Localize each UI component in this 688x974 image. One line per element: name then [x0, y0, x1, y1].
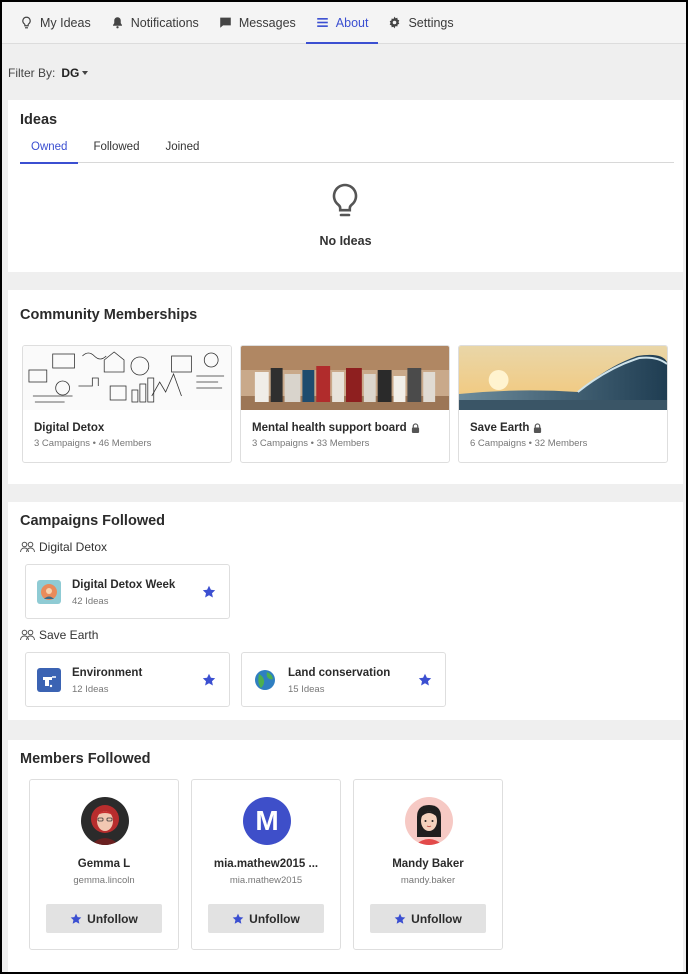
globe-icon [253, 668, 277, 692]
members-panel: Members Followed Gemma L gemma.lincoln U… [8, 740, 683, 972]
community-name: Digital Detox [34, 422, 105, 434]
campaign-name: Land conservation [288, 667, 391, 679]
campaign-name: Environment [72, 667, 143, 679]
chat-icon [220, 17, 231, 28]
community-meta: 6 Campaigns • 32 Members [470, 438, 588, 449]
nav-my-ideas[interactable]: My Ideas [10, 2, 101, 43]
avatar [81, 797, 129, 845]
avatar [405, 797, 453, 845]
member-handle: mia.mathew2015 [229, 875, 303, 886]
campaigns-title: Campaigns Followed [20, 513, 166, 529]
campaign-name: Digital Detox Week [72, 579, 176, 591]
bell-icon [112, 17, 122, 29]
community-name: Save Earth [470, 422, 542, 434]
nav-settings[interactable]: Settings [378, 2, 463, 43]
campaign-meta: 15 Ideas [288, 684, 325, 695]
star-icon[interactable] [418, 673, 432, 687]
campaign-meta: 42 Ideas [72, 596, 109, 607]
community-meta: 3 Campaigns • 33 Members [252, 438, 370, 449]
filter-bar: Filter By: DG [8, 66, 89, 80]
member-name: Gemma L [77, 858, 131, 870]
campaign-thumbnail [37, 668, 61, 692]
nav-label: Notifications [130, 15, 199, 30]
campaign-group-label: Digital Detox [20, 540, 107, 554]
member-card: Gemma L gemma.lincoln Unfollow [29, 779, 179, 950]
nav-label: Settings [408, 15, 454, 30]
member-handle: mandy.baker [400, 875, 456, 886]
community-meta: 3 Campaigns • 46 Members [34, 438, 152, 449]
filter-value: DG [61, 66, 80, 80]
nav-label: About [335, 15, 369, 30]
nav-messages[interactable]: Messages [209, 2, 306, 43]
app-frame: My Ideas Notifications Messages About Se… [2, 2, 686, 972]
star-icon [70, 913, 82, 924]
nav-notifications[interactable]: Notifications [101, 2, 209, 43]
lock-icon [411, 423, 419, 433]
lightbulb-icon [332, 183, 358, 217]
communities-panel: Community Memberships Digital Detox 3 Ca… [8, 290, 683, 484]
campaign-thumbnail [37, 580, 61, 604]
community-image [459, 346, 667, 410]
group-icon [20, 541, 35, 553]
star-icon [232, 913, 244, 924]
menu-icon [317, 18, 328, 27]
communities-title: Community Memberships [20, 307, 198, 323]
campaign-meta: 12 Ideas [72, 684, 109, 695]
member-card: Mandy Baker mandy.baker Unfollow [353, 779, 503, 950]
campaign-card[interactable]: Digital Detox Week 42 Ideas [25, 564, 230, 619]
ideas-title: Ideas [20, 112, 58, 128]
avatar: M [243, 797, 291, 845]
gear-icon [390, 16, 400, 29]
top-navigation: My Ideas Notifications Messages About Se… [2, 2, 686, 44]
community-name: Mental health support board [252, 422, 420, 434]
nav-label: Messages [238, 15, 296, 30]
community-image [241, 346, 449, 410]
campaign-card[interactable]: Environment 12 Ideas [25, 652, 230, 707]
nav-about[interactable]: About [305, 2, 379, 44]
member-handle: gemma.lincoln [73, 875, 135, 886]
member-name: Mandy Baker [392, 858, 464, 870]
group-icon [20, 629, 35, 641]
campaign-group-label: Save Earth [20, 628, 98, 642]
unfollow-button[interactable]: Unfollow [370, 904, 486, 933]
chevron-down-icon [82, 71, 89, 75]
ideas-panel: Ideas Owned Followed Joined No Ideas [8, 100, 683, 272]
star-icon[interactable] [202, 673, 216, 687]
members-title: Members Followed [20, 751, 151, 767]
unfollow-button[interactable]: Unfollow [46, 904, 162, 933]
tab-followed[interactable]: Followed [82, 136, 150, 163]
community-card[interactable]: Digital Detox 3 Campaigns • 46 Members [22, 345, 232, 463]
filter-dropdown[interactable]: DG [61, 66, 89, 80]
campaigns-panel: Campaigns Followed Digital Detox Digital… [8, 502, 683, 720]
tab-joined[interactable]: Joined [154, 136, 210, 163]
lock-icon [534, 423, 542, 433]
star-icon[interactable] [202, 585, 216, 599]
community-card[interactable]: Save Earth 6 Campaigns • 32 Members [458, 345, 668, 463]
member-name: mia.mathew2015 ... [213, 858, 319, 870]
campaign-card[interactable]: Land conservation 15 Ideas [241, 652, 446, 707]
tab-owned[interactable]: Owned [20, 136, 79, 164]
ideas-tabs: Owned Followed Joined [20, 136, 674, 164]
member-card: M mia.mathew2015 ... mia.mathew2015 Unfo… [191, 779, 341, 950]
filter-label: Filter By: [8, 66, 56, 80]
community-card[interactable]: Mental health support board 3 Campaigns … [240, 345, 450, 463]
empty-state-text: No Ideas [319, 234, 372, 248]
unfollow-button[interactable]: Unfollow [208, 904, 324, 933]
nav-label: My Ideas [40, 15, 91, 30]
community-image [23, 346, 231, 410]
star-icon [394, 913, 406, 924]
lightbulb-icon [22, 16, 31, 29]
